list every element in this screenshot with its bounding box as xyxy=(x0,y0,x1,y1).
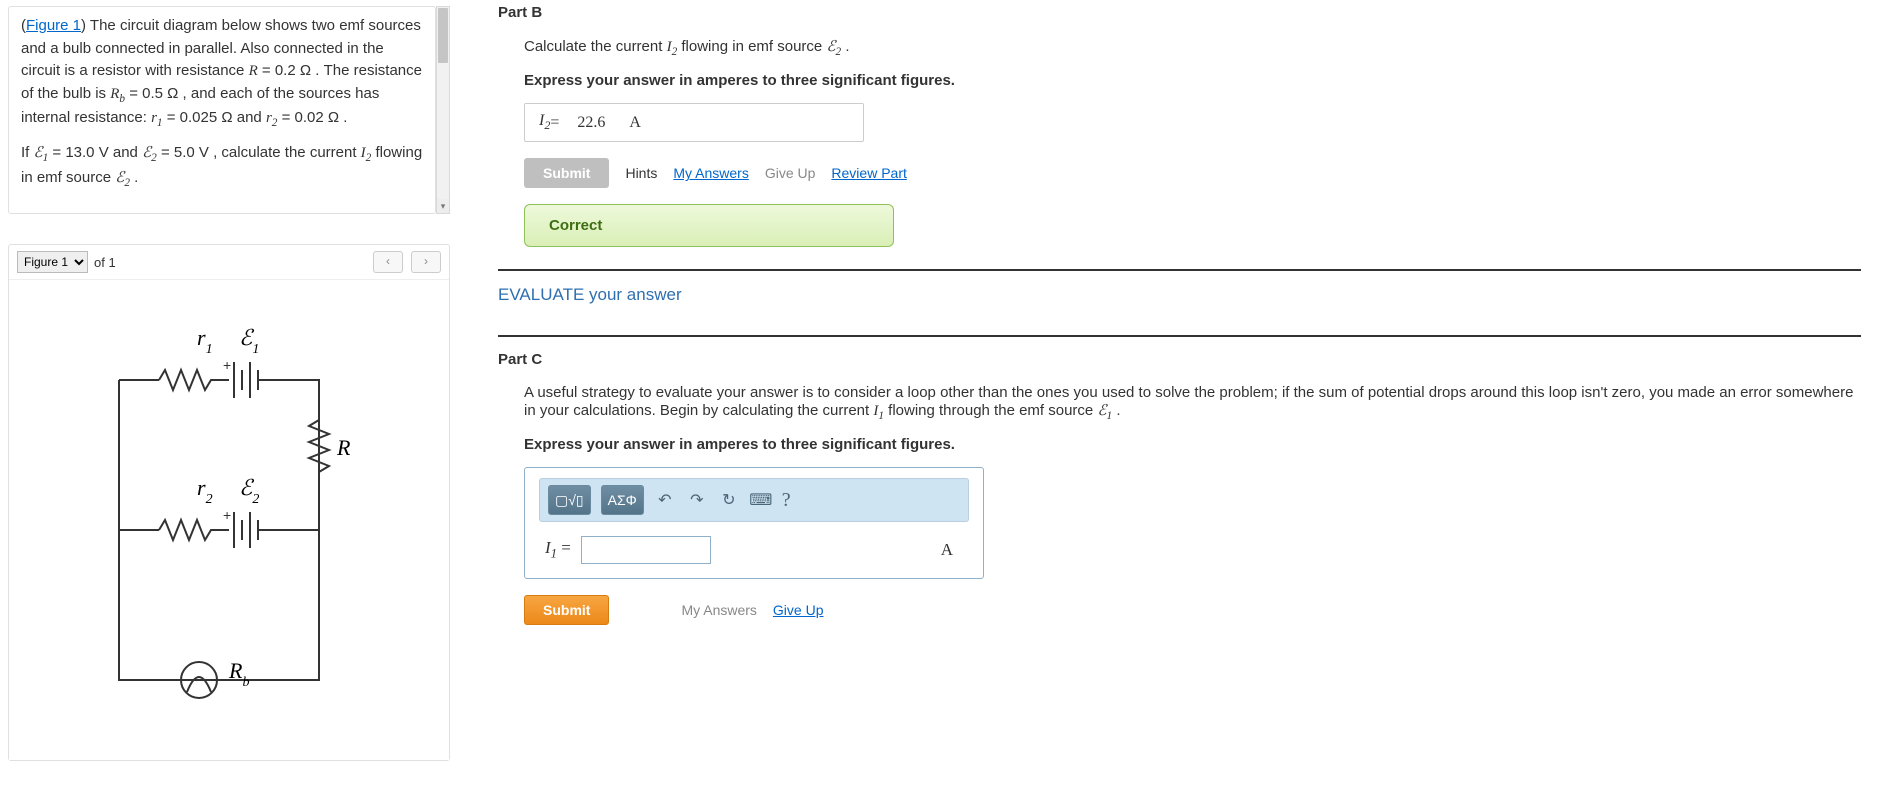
section-divider xyxy=(498,269,1861,271)
part-b-instruction: Calculate the current I2 flowing in emf … xyxy=(524,37,1861,58)
label-Rb: Rb xyxy=(228,658,249,690)
part-b-title: Part B xyxy=(498,4,1861,21)
part-b-answer-display: I2 = 22.6 A xyxy=(524,103,864,142)
circuit-diagram: + r1 ℰ1 + r2 ℰ xyxy=(9,280,449,760)
templates-button[interactable]: ▢√▯ xyxy=(548,485,591,515)
part-c-answer-zone: ▢√▯ ΑΣΦ ↶ ↷ ↻ ⌨ ? I1 = A xyxy=(524,467,984,579)
part-c-my-answers: My Answers xyxy=(681,602,756,618)
reset-icon[interactable]: ↻ xyxy=(718,489,740,511)
label-r1: r1 xyxy=(197,325,213,357)
part-c-instruction: A useful strategy to evaluate your answe… xyxy=(524,384,1861,422)
undo-icon[interactable]: ↶ xyxy=(654,489,676,511)
section-divider-2 xyxy=(498,335,1861,337)
label-R: R xyxy=(336,435,351,460)
part-c-answer-input[interactable] xyxy=(581,536,711,564)
part-b-hints: Hints xyxy=(625,165,657,181)
part-c-unit: A xyxy=(941,540,969,560)
figure-count: of 1 xyxy=(94,255,116,270)
part-b-format: Express your answer in amperes to three … xyxy=(524,72,1861,89)
problem-scrollbar[interactable]: ▾ xyxy=(436,6,450,214)
label-E1: ℰ1 xyxy=(239,325,259,357)
label-r2: r2 xyxy=(197,475,213,507)
part-b-give-up: Give Up xyxy=(765,165,816,181)
help-icon[interactable]: ? xyxy=(782,489,791,512)
part-b-my-answers-link[interactable]: My Answers xyxy=(673,165,748,181)
problem-statement: (Figure 1) The circuit diagram below sho… xyxy=(8,6,436,214)
figure-prev-button[interactable]: ‹ xyxy=(373,251,403,273)
greek-button[interactable]: ΑΣΦ xyxy=(601,485,644,515)
part-b-correct-feedback: Correct xyxy=(524,204,894,247)
equation-toolbar: ▢√▯ ΑΣΦ ↶ ↷ ↻ ⌨ ? xyxy=(539,478,969,522)
evaluate-heading: EVALUATE your answer xyxy=(498,285,1861,305)
svg-text:+: + xyxy=(223,357,231,373)
part-b-review-link[interactable]: Review Part xyxy=(831,165,906,181)
part-b-submit-button[interactable]: Submit xyxy=(524,158,609,188)
figure-next-button[interactable]: › xyxy=(411,251,441,273)
scroll-down-icon[interactable]: ▾ xyxy=(437,199,449,213)
figure-link[interactable]: Figure 1 xyxy=(26,17,81,34)
figure-select[interactable]: Figure 1 xyxy=(17,251,88,273)
part-c-submit-button[interactable]: Submit xyxy=(524,595,609,625)
part-c-format: Express your answer in amperes to three … xyxy=(524,436,1861,453)
part-c-give-up-link[interactable]: Give Up xyxy=(773,602,824,618)
figure-panel: Figure 1 of 1 ‹ › xyxy=(8,244,450,761)
svg-text:+: + xyxy=(223,507,231,523)
part-c-title: Part C xyxy=(498,351,1861,368)
label-E2: ℰ2 xyxy=(239,475,259,507)
keyboard-icon[interactable]: ⌨ xyxy=(750,489,772,511)
redo-icon[interactable]: ↷ xyxy=(686,489,708,511)
